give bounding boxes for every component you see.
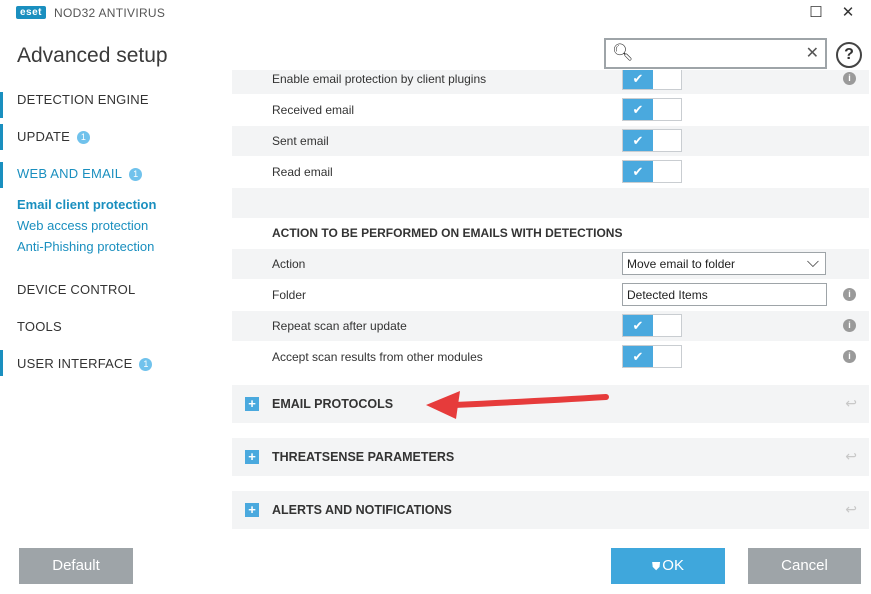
sidebar-subitem-web-access-protection[interactable]: Web access protection xyxy=(17,218,148,233)
check-icon: ✔ xyxy=(623,70,653,89)
info-icon[interactable]: i xyxy=(843,319,856,332)
default-button[interactable]: Default xyxy=(19,548,133,584)
nav-marker xyxy=(0,124,3,150)
app-name: NOD32 ANTIVIRUS xyxy=(54,6,166,20)
info-icon[interactable]: i xyxy=(843,350,856,363)
sidebar-item-label: UPDATE xyxy=(17,129,70,144)
annotation-arrow xyxy=(426,391,609,419)
maximize-icon[interactable]: ☐ xyxy=(806,4,826,22)
dropdown-value: Move email to folder xyxy=(627,257,736,271)
spacer xyxy=(232,188,869,218)
check-icon: ✔ xyxy=(623,161,653,182)
help-icon[interactable]: ? xyxy=(836,42,862,68)
revert-icon: ↩ xyxy=(845,501,857,517)
footer: Default ⛊ OK Cancel xyxy=(0,536,871,594)
check-icon: ✔ xyxy=(623,130,653,151)
action-row: Action Move email to folder ⌵ xyxy=(232,249,869,279)
notification-badge: 1 xyxy=(129,168,143,181)
toggle-switch[interactable]: ✔ xyxy=(622,314,682,337)
setting-label: Read email xyxy=(272,165,333,179)
sidebar-subitem-anti-phishing-protection[interactable]: Anti-Phishing protection xyxy=(17,239,154,254)
expand-icon[interactable]: + xyxy=(245,503,259,517)
clear-search-icon[interactable]: ✕ xyxy=(806,43,819,63)
sidebar-item-detection-engine[interactable]: DETECTION ENGINE xyxy=(17,92,149,107)
setting-label: Action xyxy=(272,257,306,271)
sidebar-subitem-email-client-protection[interactable]: Email client protection xyxy=(17,197,156,212)
setting-label: Folder xyxy=(272,288,307,302)
toggle-switch[interactable]: ✔ xyxy=(622,129,682,152)
page-title: Advanced setup xyxy=(17,44,168,67)
folder-input[interactable]: Detected Items xyxy=(622,283,827,306)
section-title: ALERTS AND NOTIFICATIONS xyxy=(272,503,452,517)
expand-icon[interactable]: + xyxy=(245,450,259,464)
sidebar-item-label: DETECTION ENGINE xyxy=(17,92,149,107)
ok-label: OK xyxy=(662,557,684,574)
notification-badge: 1 xyxy=(139,358,153,371)
clipped-row-container: Enable email protection by client plugin… xyxy=(232,70,871,94)
action-dropdown[interactable]: Move email to folder ⌵ xyxy=(622,252,826,275)
sidebar-item-label: TOOLS xyxy=(17,319,62,334)
cancel-button[interactable]: Cancel xyxy=(748,548,861,584)
check-icon: ✔ xyxy=(623,346,653,367)
check-icon: ✔ xyxy=(623,315,653,336)
revert-icon: ↩ xyxy=(845,395,857,411)
nav-marker xyxy=(0,162,3,188)
toggle-switch[interactable]: ✔ xyxy=(622,160,682,183)
sidebar-item-tools[interactable]: TOOLS xyxy=(17,319,62,334)
section-alerts-and-notifications[interactable]: + ALERTS AND NOTIFICATIONS ↩ xyxy=(232,491,869,529)
setting-label: Repeat scan after update xyxy=(272,319,407,333)
nav-marker xyxy=(0,350,3,376)
search-input[interactable] xyxy=(636,43,796,64)
sidebar-item-label: WEB AND EMAIL xyxy=(17,166,123,181)
sidebar-item-user-interface[interactable]: USER INTERFACE 1 xyxy=(17,356,153,371)
eset-logo: eset xyxy=(16,6,47,19)
search-box[interactable]: 🔍︎ ✕ xyxy=(604,38,827,69)
sidebar xyxy=(0,80,216,530)
check-icon: ✔ xyxy=(623,99,653,120)
info-icon[interactable]: i xyxy=(843,72,856,85)
setting-label: Enable email protection by client plugin… xyxy=(272,72,487,86)
shield-icon: ⛊ xyxy=(652,561,661,573)
setting-row: Repeat scan after update ✔ i xyxy=(232,311,869,341)
setting-label: Received email xyxy=(272,103,355,117)
action-section-title: ACTION TO BE PERFORMED ON EMAILS WITH DE… xyxy=(272,226,623,240)
ok-button[interactable]: ⛊ OK xyxy=(611,548,725,584)
setting-row: Received email ✔ xyxy=(232,95,869,125)
setting-row: Accept scan results from other modules ✔… xyxy=(232,342,869,372)
title-bar: eset NOD32 ANTIVIRUS ☐ ✕ xyxy=(0,0,871,26)
nav-marker xyxy=(0,92,3,118)
sidebar-item-label: DEVICE CONTROL xyxy=(17,282,136,297)
toggle-switch[interactable]: ✔ xyxy=(622,98,682,121)
section-title: EMAIL PROTOCOLS xyxy=(272,397,394,411)
setting-label: Accept scan results from other modules xyxy=(272,350,483,364)
notification-badge: 1 xyxy=(76,131,90,144)
toggle-switch[interactable]: ✔ xyxy=(622,345,682,368)
setting-row: Enable email protection by client plugin… xyxy=(232,70,869,94)
sidebar-item-web-and-email[interactable]: WEB AND EMAIL 1 xyxy=(17,166,143,181)
search-icon: 🔍︎ xyxy=(612,43,634,62)
info-icon[interactable]: i xyxy=(843,288,856,301)
section-threatsense-parameters[interactable]: + THREATSENSE PARAMETERS ↩ xyxy=(232,438,869,476)
setting-row: Read email ✔ xyxy=(232,157,869,187)
folder-value: Detected Items xyxy=(627,288,708,302)
toggle-switch[interactable]: ✔ xyxy=(622,70,682,90)
close-icon[interactable]: ✕ xyxy=(838,4,858,22)
sidebar-item-device-control[interactable]: DEVICE CONTROL xyxy=(17,282,135,297)
chevron-down-icon: ⌵ xyxy=(806,254,819,271)
folder-row: Folder Detected Items i xyxy=(232,280,869,310)
sidebar-item-update[interactable]: UPDATE 1 xyxy=(17,129,90,144)
section-title: THREATSENSE PARAMETERS xyxy=(272,450,455,464)
expand-icon[interactable]: + xyxy=(245,397,259,411)
revert-icon: ↩ xyxy=(845,448,857,464)
setting-label: Sent email xyxy=(272,134,329,148)
setting-row: Sent email ✔ xyxy=(232,126,869,156)
sidebar-item-label: USER INTERFACE xyxy=(17,356,133,371)
